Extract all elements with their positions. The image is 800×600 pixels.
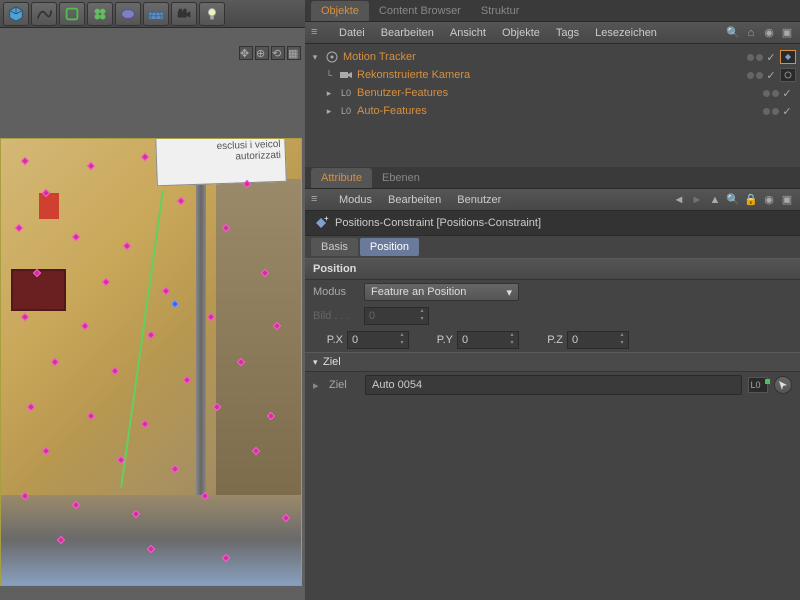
tree-row-camera[interactable]: └ Rekonstruierte Kamera ✓	[305, 66, 800, 84]
attr-menu: ≡ Modus Bearbeiten Benutzer ◄ ► ▲ 🔍 🔒 ◉ …	[305, 189, 800, 211]
px-input[interactable]: 0▴▾	[347, 331, 409, 349]
vp-rotate-icon[interactable]: ⟲	[271, 46, 285, 60]
chevron-down-icon: ▾	[506, 286, 512, 299]
vp-switch-icon[interactable]: ▦	[287, 46, 301, 60]
attribute-panel: Attribute Ebenen ≡ Modus Bearbeiten Benu…	[305, 167, 800, 600]
lock-icon[interactable]: 🔒	[744, 193, 758, 207]
right-panel: Objekte Content Browser Struktur ≡ Datei…	[305, 0, 800, 600]
section-ziel[interactable]: ▾Ziel	[305, 352, 800, 372]
tree-row-user-features[interactable]: ▸ L0 Benutzer-Features ✓	[305, 84, 800, 102]
spline-tool[interactable]	[31, 2, 57, 26]
main-toolbar	[0, 0, 305, 28]
object-tree: ▾ Motion Tracker ✓ └ Rekonstruierte Kame…	[305, 44, 800, 124]
tab-objekte[interactable]: Objekte	[311, 1, 369, 21]
tab-struktur[interactable]: Struktur	[471, 1, 530, 21]
viewport[interactable]: ✥ ⊕ ⟲ ▦ esclusi i veicol autorizzati	[0, 28, 305, 600]
section-position: Position	[305, 258, 800, 280]
null-icon: L0	[338, 104, 354, 118]
light-tool[interactable]	[199, 2, 225, 26]
tag-constraint[interactable]	[780, 50, 796, 64]
attr-header: + Positions-Constraint [Positions-Constr…	[305, 211, 800, 236]
search-icon[interactable]: 🔍	[726, 26, 740, 40]
svg-text:+: +	[324, 215, 329, 223]
bild-input[interactable]: 0 ▴▾	[364, 307, 429, 325]
camera-icon	[338, 68, 354, 82]
cube-tool[interactable]	[3, 2, 29, 26]
tree-toggle[interactable]: ▸	[323, 106, 335, 117]
viewport-nav-icons: ✥ ⊕ ⟲ ▦	[239, 46, 301, 60]
eye-icon[interactable]: ◉	[762, 26, 776, 40]
objects-menu: ≡ Datei Bearbeiten Ansicht Objekte Tags …	[305, 22, 800, 44]
row-bild: Bild . . . 0 ▴▾	[305, 304, 800, 328]
floor-tool[interactable]	[143, 2, 169, 26]
viewport-footage[interactable]: esclusi i veicol autorizzati	[0, 138, 302, 586]
modus-dropdown[interactable]: Feature an Position▾	[364, 283, 519, 301]
search-icon[interactable]: 🔍	[726, 193, 740, 207]
nav-back-icon[interactable]: ◄	[672, 193, 686, 207]
ziel-type-badge: L0	[748, 377, 768, 393]
null-icon: L0	[338, 86, 354, 100]
constraint-icon: +	[313, 215, 329, 231]
vp-zoom-icon[interactable]: ⊕	[255, 46, 269, 60]
chevron-right-icon[interactable]: ▸	[313, 379, 323, 392]
panel-icon: ≡	[311, 193, 325, 207]
attr-sub-tabs: Basis Position	[305, 236, 800, 258]
tree-row-motion-tracker[interactable]: ▾ Motion Tracker ✓	[305, 48, 800, 66]
tree-toggle[interactable]: ▾	[309, 52, 321, 63]
tab-ebenen[interactable]: Ebenen	[372, 168, 430, 188]
deformer-tool[interactable]	[59, 2, 85, 26]
menu-modus[interactable]: Modus	[331, 194, 380, 206]
generator-tool[interactable]	[87, 2, 113, 26]
tree-toggle[interactable]: ▸	[323, 88, 335, 99]
vp-move-icon[interactable]: ✥	[239, 46, 253, 60]
nav-up-icon[interactable]: ▲	[708, 193, 722, 207]
tree-leaf: └	[323, 70, 335, 80]
camera-tool[interactable]	[171, 2, 197, 26]
ziel-field[interactable]: Auto 0054	[365, 375, 742, 395]
tab-content-browser[interactable]: Content Browser	[369, 1, 471, 21]
menu-bearbeiten-attr[interactable]: Bearbeiten	[380, 194, 449, 206]
maximize-icon[interactable]: ▣	[780, 26, 794, 40]
attr-tab-bar: Attribute Ebenen	[305, 167, 800, 189]
menu-objekte[interactable]: Objekte	[494, 27, 548, 39]
tree-row-auto-features[interactable]: ▸ L0 Auto-Features ✓	[305, 102, 800, 120]
menu-tags[interactable]: Tags	[548, 27, 587, 39]
menu-datei[interactable]: Datei	[331, 27, 373, 39]
tag-camera[interactable]	[780, 68, 796, 82]
new-icon[interactable]: ◉	[762, 193, 776, 207]
menu-benutzer[interactable]: Benutzer	[449, 194, 509, 206]
objects-tab-bar: Objekte Content Browser Struktur	[305, 0, 800, 22]
maximize-icon[interactable]: ▣	[780, 193, 794, 207]
py-input[interactable]: 0▴▾	[457, 331, 519, 349]
menu-bearbeiten[interactable]: Bearbeiten	[373, 27, 442, 39]
ziel-pick-button[interactable]	[774, 376, 792, 394]
row-modus: Modus Feature an Position▾	[305, 280, 800, 304]
sign-text: esclusi i veicol autorizzati	[155, 138, 287, 186]
sub-tab-position[interactable]: Position	[360, 238, 419, 256]
tab-attribute[interactable]: Attribute	[311, 168, 372, 188]
boolean-tool[interactable]	[115, 2, 141, 26]
panel-icon: ≡	[311, 26, 325, 40]
sub-tab-basis[interactable]: Basis	[311, 238, 358, 256]
home-icon[interactable]: ⌂	[744, 26, 758, 40]
menu-ansicht[interactable]: Ansicht	[442, 27, 494, 39]
nav-fwd-icon[interactable]: ►	[690, 193, 704, 207]
menu-lesezeichen[interactable]: Lesezeichen	[587, 27, 665, 39]
pz-input[interactable]: 0▴▾	[567, 331, 629, 349]
row-xyz: P.X 0▴▾ P.Y 0▴▾ P.Z 0▴▾	[305, 328, 800, 352]
row-ziel: ▸ Ziel Auto 0054 L0	[305, 372, 800, 398]
tracker-icon	[324, 50, 340, 64]
